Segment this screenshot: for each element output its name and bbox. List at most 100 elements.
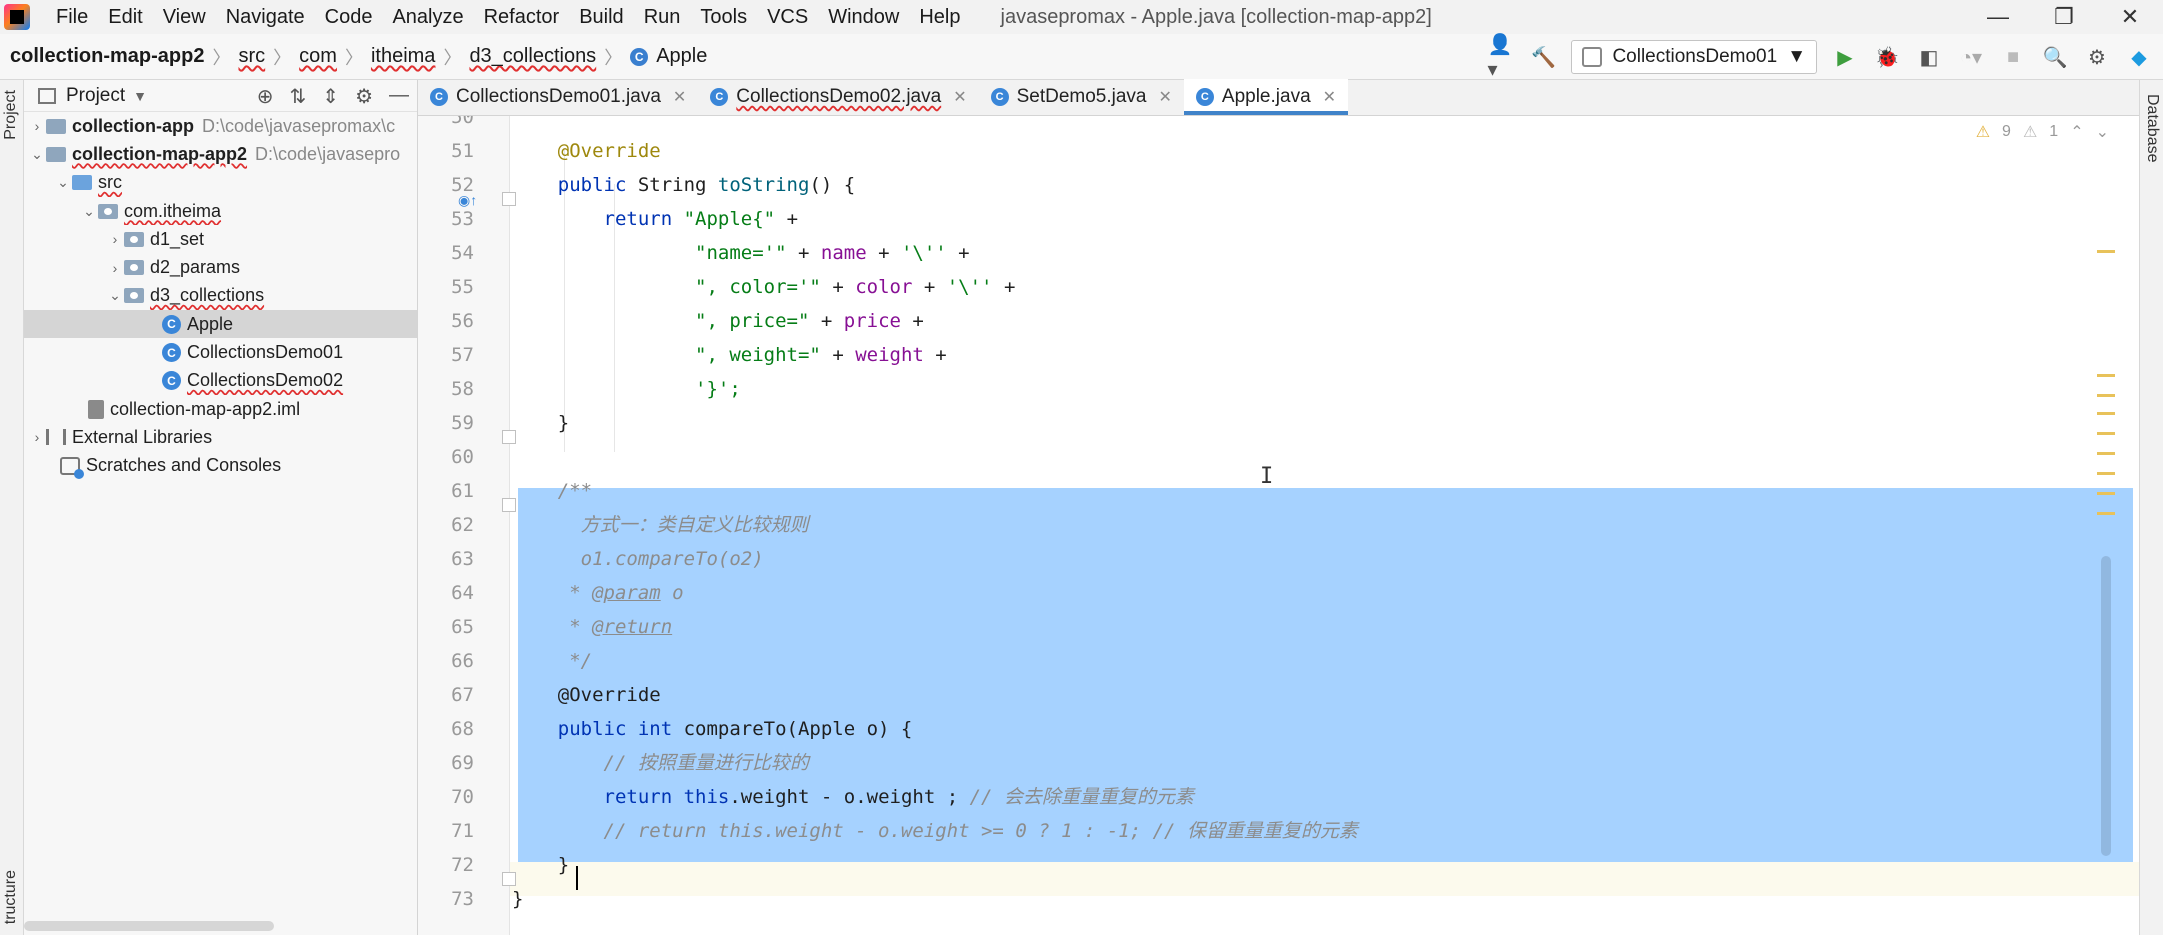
menu-code[interactable]: Code bbox=[315, 6, 383, 29]
breadcrumb-d3-collections[interactable]: d3_collections bbox=[469, 45, 596, 68]
error-stripe-mark[interactable] bbox=[2097, 374, 2115, 377]
override-gutter-icon[interactable]: ◉↑ bbox=[458, 192, 477, 209]
gear-icon[interactable]: ⚙ bbox=[355, 84, 373, 109]
menu-run[interactable]: Run bbox=[634, 6, 691, 29]
error-stripe-mark[interactable] bbox=[2097, 394, 2115, 397]
profile-icon[interactable]: ◔▾ bbox=[1957, 43, 1985, 71]
menu-navigate[interactable]: Navigate bbox=[216, 6, 315, 29]
tree-item-collectionsdemo02[interactable]: C CollectionsDemo02 bbox=[24, 367, 417, 395]
error-stripe-mark[interactable] bbox=[2097, 472, 2115, 475]
close-icon[interactable]: ✕ bbox=[953, 87, 966, 107]
menu-build[interactable]: Build bbox=[569, 6, 633, 29]
inspection-widget[interactable]: ⚠ 9 ⚠ 1 ⌃ ⌄ bbox=[1976, 122, 2109, 142]
chevron-down-icon[interactable]: ⌄ bbox=[54, 174, 72, 191]
tab-label: CollectionsDemo02.java bbox=[736, 86, 942, 107]
menu-view[interactable]: View bbox=[153, 6, 216, 29]
build-hammer-icon[interactable]: 🔨 bbox=[1529, 43, 1557, 71]
gear-icon[interactable]: ⚙ bbox=[2083, 43, 2111, 71]
error-stripe-mark[interactable] bbox=[2097, 512, 2115, 515]
run-icon[interactable]: ▶ bbox=[1831, 43, 1859, 71]
chevron-up-icon[interactable]: ⌃ bbox=[2070, 122, 2083, 142]
breadcrumb-src[interactable]: src bbox=[238, 45, 265, 68]
tree-item-collection-map-app2[interactable]: ⌄ collection-map-app2 D:\code\javasepro bbox=[24, 140, 417, 168]
tab-label: Apple.java bbox=[1221, 86, 1311, 107]
debug-icon[interactable]: 🐞 bbox=[1873, 43, 1901, 71]
menu-window[interactable]: Window bbox=[818, 6, 909, 29]
tree-item-scratches[interactable]: Scratches and Consoles bbox=[24, 452, 417, 480]
breadcrumb-apple[interactable]: Apple bbox=[656, 45, 707, 68]
tree-item-d3-collections[interactable]: ⌄ d3_collections bbox=[24, 282, 417, 310]
minimize-button[interactable]: — bbox=[1965, 0, 2031, 34]
tab-apple[interactable]: C Apple.java ✕ bbox=[1183, 79, 1349, 115]
close-window-button[interactable]: ✕ bbox=[2097, 0, 2163, 34]
user-icon[interactable]: 👤▾ bbox=[1487, 34, 1515, 81]
hide-icon[interactable]: — bbox=[389, 84, 409, 109]
fold-icon[interactable] bbox=[502, 430, 516, 444]
tab-setdemo5[interactable]: C SetDemo5.java ✕ bbox=[979, 79, 1184, 115]
tree-item-com-itheima[interactable]: ⌄ com.itheima bbox=[24, 197, 417, 225]
project-tool-window-button[interactable]: Project bbox=[2, 90, 20, 140]
tree-item-label: CollectionsDemo01 bbox=[187, 342, 344, 363]
restore-button[interactable]: ❐ bbox=[2031, 0, 2097, 34]
chevron-down-icon[interactable]: ⌄ bbox=[2096, 122, 2109, 142]
error-stripe-mark[interactable] bbox=[2097, 250, 2115, 253]
database-tool-window-button[interactable]: Database bbox=[2143, 94, 2161, 163]
menu-edit[interactable]: Edit bbox=[98, 6, 152, 29]
tab-collectionsdemo01[interactable]: C CollectionsDemo01.java ✕ bbox=[418, 79, 698, 115]
collapse-all-icon[interactable]: ⇕ bbox=[322, 84, 339, 109]
chevron-right-icon[interactable]: › bbox=[106, 260, 124, 276]
module-folder-icon bbox=[46, 118, 66, 134]
close-icon[interactable]: ✕ bbox=[673, 87, 686, 107]
horizontal-scrollbar[interactable] bbox=[24, 921, 274, 931]
stop-icon[interactable]: ■ bbox=[1999, 43, 2027, 71]
chevron-down-icon[interactable]: ⌄ bbox=[106, 287, 124, 304]
menu-tools[interactable]: Tools bbox=[690, 6, 757, 29]
menu-analyze[interactable]: Analyze bbox=[382, 6, 473, 29]
tree-item-collection-app[interactable]: › collection-app D:\code\javasepromax\c bbox=[24, 112, 417, 140]
tree-item-d2-params[interactable]: › d2_params bbox=[24, 253, 417, 281]
fold-icon[interactable] bbox=[502, 192, 516, 206]
close-icon[interactable]: ✕ bbox=[1159, 87, 1172, 107]
code-editor[interactable]: 50 51 @Override 52 public String toStrin… bbox=[418, 116, 2139, 935]
breadcrumb-com[interactable]: com bbox=[299, 45, 337, 68]
chevron-right-icon[interactable]: › bbox=[28, 118, 46, 134]
chevron-down-icon[interactable]: ⌄ bbox=[28, 146, 46, 163]
menu-vcs[interactable]: VCS bbox=[757, 6, 818, 29]
expand-all-icon[interactable]: ⇅ bbox=[290, 84, 307, 109]
chevron-down-icon[interactable]: ▼ bbox=[133, 88, 147, 104]
close-icon[interactable]: ✕ bbox=[1323, 87, 1336, 107]
locate-icon[interactable]: ⊕ bbox=[257, 84, 274, 109]
project-panel-title[interactable]: Project bbox=[66, 85, 125, 107]
error-stripe-mark[interactable] bbox=[2097, 492, 2115, 495]
tree-item-apple[interactable]: C Apple bbox=[24, 310, 417, 339]
run-configuration-select[interactable]: CollectionsDemo01 ▼ bbox=[1571, 40, 1817, 74]
tree-item-iml-file[interactable]: collection-map-app2.iml bbox=[24, 395, 417, 423]
tree-item-label: d2_params bbox=[150, 257, 241, 278]
structure-tool-window-button[interactable]: tructure bbox=[2, 870, 20, 924]
menu-refactor[interactable]: Refactor bbox=[474, 6, 570, 29]
tree-item-collectionsdemo01[interactable]: C CollectionsDemo01 bbox=[24, 338, 417, 366]
chevron-down-icon[interactable]: ⌄ bbox=[80, 203, 98, 220]
vertical-scrollbar[interactable] bbox=[2101, 556, 2111, 856]
code-line: 64 * @param o bbox=[418, 576, 2139, 610]
fold-icon[interactable] bbox=[502, 498, 516, 512]
error-stripe-mark[interactable] bbox=[2097, 412, 2115, 415]
fold-icon[interactable] bbox=[502, 872, 516, 886]
coverage-icon[interactable]: ◧ bbox=[1915, 43, 1943, 71]
chevron-right-icon[interactable]: › bbox=[106, 231, 124, 247]
breadcrumb-project[interactable]: collection-map-app2 bbox=[10, 45, 204, 68]
breadcrumb-itheima[interactable]: itheima bbox=[371, 45, 435, 68]
error-stripe-mark[interactable] bbox=[2097, 432, 2115, 435]
tree-item-d1-set[interactable]: › d1_set bbox=[24, 225, 417, 253]
menu-file[interactable]: File bbox=[46, 6, 98, 29]
code-text: // 按照重量进行比较的 bbox=[512, 752, 809, 774]
error-stripe-mark[interactable] bbox=[2097, 452, 2115, 455]
tree-item-src[interactable]: ⌄ src bbox=[24, 169, 417, 197]
menu-help[interactable]: Help bbox=[909, 6, 970, 29]
jetbrains-toolbox-icon[interactable]: ◆ bbox=[2125, 43, 2153, 71]
tree-item-external-libraries[interactable]: › External Libraries bbox=[24, 423, 417, 451]
search-icon[interactable]: 🔍 bbox=[2041, 43, 2069, 71]
tab-collectionsdemo02[interactable]: C CollectionsDemo02.java ✕ bbox=[698, 79, 978, 115]
chevron-right-icon[interactable]: › bbox=[28, 429, 46, 445]
code-line: 73 } bbox=[418, 882, 2139, 916]
